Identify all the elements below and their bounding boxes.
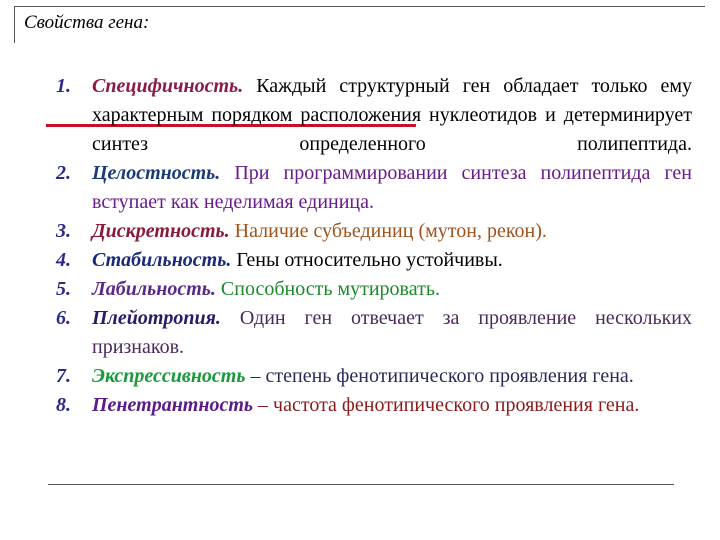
item-description: – частота фенотипического проявления ген… [253, 394, 640, 416]
item-term: Лабильность. [92, 278, 216, 300]
item-number: 4. [56, 249, 71, 271]
item-number: 6. [56, 307, 71, 329]
item-term: Целостность. [92, 162, 221, 184]
item-term: Дискретность. [92, 220, 230, 242]
item-number: 5. [56, 278, 71, 300]
list-item-penetrance: 8. Пенетрантность – частота фенотипическо… [56, 391, 692, 420]
item-number: 2. [56, 162, 71, 184]
item-number: 3. [56, 220, 71, 242]
slide-title: Свойства гена: [24, 12, 150, 33]
list-item-integrity: 2. Целостность. При программировании синт… [56, 159, 692, 217]
item-term: Плейотропия. [92, 307, 221, 329]
item-description: Способность мутировать. [215, 278, 440, 300]
list-item-pleiotropy: 6. Плейотропия. Один ген отвечает за проя… [56, 304, 692, 362]
list-item-lability: 5. Лабильность. Способность мутировать. [56, 275, 692, 304]
item-number: 7. [56, 365, 71, 387]
list-item-expressivity: 7. Экспрессивность – степень фенотипическ… [56, 362, 692, 391]
item-description: – степень фенотипического проявления ген… [245, 365, 634, 387]
item-term: Экспрессивность [92, 365, 246, 387]
item-term: Специфичность. [92, 75, 244, 97]
item-description: Гены относительно устойчивы. [231, 249, 503, 271]
item-term: Пенетрантность [92, 394, 254, 416]
bottom-divider [48, 484, 674, 485]
item-description: Наличие субъединиц (мутон, рекон). [229, 220, 547, 242]
list-item-specificity: 1. Специфичность. Каждый структурный ген … [56, 72, 692, 159]
list-item-discreteness: 3. Дискретность. Наличие субъединиц (муто… [56, 217, 692, 246]
item-term: Стабильность. [92, 249, 232, 271]
item-number: 1. [56, 75, 71, 97]
item-number: 8. [56, 394, 71, 416]
list-item-stability: 4. Стабильность. Гены относительно устойч… [56, 246, 692, 275]
properties-list: 1. Специфичность. Каждый структурный ген … [56, 72, 692, 420]
